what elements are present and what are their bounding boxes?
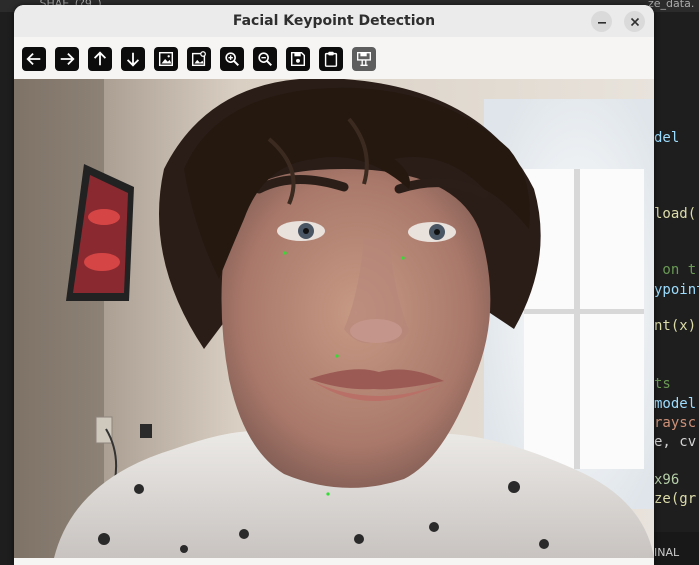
pan-down-button[interactable]	[121, 47, 145, 71]
save-button[interactable]	[286, 47, 310, 71]
code-line: x96	[654, 472, 680, 488]
code-line: ts	[654, 376, 671, 392]
toolbar	[14, 37, 654, 79]
keypoint-marker	[326, 492, 330, 496]
terminal-panel-header[interactable]: INAL	[654, 532, 699, 565]
status-bar	[14, 558, 654, 565]
arrow-down-icon	[126, 52, 140, 67]
code-line: nt(x)	[654, 318, 697, 334]
minimize-icon	[597, 21, 606, 24]
arrow-right-icon	[60, 52, 75, 66]
code-line: e, cv	[654, 434, 697, 450]
save-as-button[interactable]	[352, 47, 376, 71]
close-icon	[630, 17, 639, 26]
copy-button[interactable]	[319, 47, 343, 71]
arrow-left-icon	[26, 52, 41, 66]
image-icon	[158, 51, 174, 67]
keypoint-marker	[335, 354, 339, 358]
code-line: ypoint	[654, 282, 699, 298]
background-code-editor: del load( on t ypoint nt(x) ts model ray…	[654, 12, 699, 565]
app-window: Facial Keypoint Detection	[14, 5, 654, 565]
zoom-in-button[interactable]	[220, 47, 244, 71]
code-line: del	[654, 130, 680, 146]
keypoint-marker	[283, 251, 287, 255]
code-line: ze(gr	[654, 491, 697, 507]
arrow-up-icon	[93, 51, 107, 66]
code-line: model	[654, 396, 697, 412]
save-icon	[290, 51, 306, 67]
webcam-photo	[14, 79, 654, 558]
code-line: raysc	[654, 415, 697, 431]
background-left-strip	[0, 12, 14, 565]
image-edit-icon	[191, 51, 206, 67]
image-settings-button[interactable]	[187, 47, 211, 71]
image-button[interactable]	[154, 47, 178, 71]
zoom-out-button[interactable]	[253, 47, 277, 71]
title-bar[interactable]: Facial Keypoint Detection	[14, 5, 654, 37]
zoom-out-icon	[258, 52, 273, 67]
back-button[interactable]	[22, 47, 46, 71]
background-tab-label: ze_data.	[648, 0, 695, 10]
clipboard-icon	[324, 51, 338, 67]
code-line: on t	[654, 262, 697, 278]
keypoint-marker	[401, 256, 405, 260]
forward-button[interactable]	[55, 47, 79, 71]
minimize-button[interactable]	[591, 11, 612, 32]
pan-up-button[interactable]	[88, 47, 112, 71]
code-line: load(	[654, 206, 697, 222]
zoom-in-icon	[225, 52, 240, 67]
terminal-tab-label[interactable]: INAL	[654, 546, 679, 559]
image-canvas[interactable]	[14, 79, 654, 558]
close-button[interactable]	[624, 11, 645, 32]
window-title: Facial Keypoint Detection	[232, 13, 436, 29]
save-as-icon	[357, 52, 371, 66]
